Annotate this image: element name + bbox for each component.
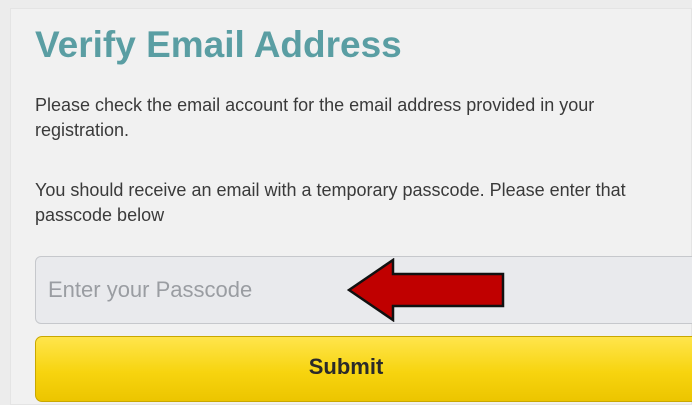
instructions-paragraph-1: Please check the email account for the e… (35, 95, 595, 140)
submit-button[interactable] (35, 336, 692, 402)
red-arrow-icon (347, 258, 505, 322)
page-title: Verify Email Address (35, 24, 402, 65)
instructions-paragraph-2: You should receive an email with a tempo… (35, 180, 626, 225)
